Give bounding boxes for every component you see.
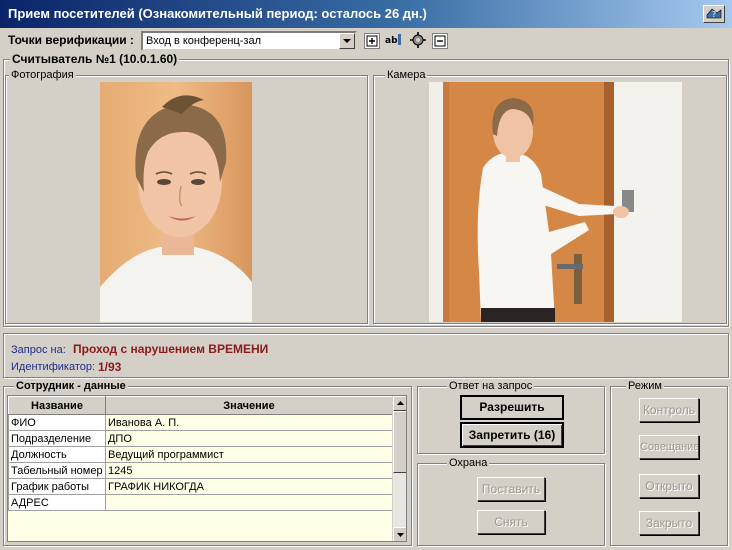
add-icon[interactable]	[364, 33, 380, 49]
row-name: АДРЕС	[8, 494, 106, 511]
row-value: 1245	[104, 462, 394, 479]
open-mode-button[interactable]: Открыто	[639, 474, 699, 498]
row-value: ГРАФИК НИКОГДА	[104, 478, 394, 495]
table-row[interactable]: График работы ГРАФИК НИКОГДА	[8, 478, 394, 495]
row-value	[104, 494, 394, 511]
meeting-mode-button[interactable]: Совещание	[639, 435, 699, 459]
identifier-value: 1/93	[98, 360, 122, 374]
row-name: Подразделение	[8, 430, 106, 447]
settings-icon[interactable]	[409, 31, 427, 49]
col-header-name[interactable]: Название	[8, 396, 106, 415]
table-row[interactable]: Должность Ведущий программист	[8, 446, 394, 463]
table-row[interactable]: АДРЕС	[8, 494, 394, 511]
row-value: Иванова А. П.	[104, 414, 394, 431]
scroll-thumb[interactable]	[393, 411, 406, 473]
table-row[interactable]: Табельный номер 1245	[8, 462, 394, 479]
table-row[interactable]: ФИО Иванова А. П.	[8, 414, 394, 431]
help-icon[interactable]: ?	[703, 5, 725, 23]
employee-title: Сотрудник - данные	[14, 380, 128, 392]
deny-button[interactable]: Запретить (16)	[460, 422, 564, 448]
checkpoint-select-value: Вход в конференц-зал	[146, 35, 261, 47]
grid-header-row: Название Значение	[8, 396, 394, 415]
checkpoints-label: Точки верификации :	[8, 33, 134, 47]
allow-button[interactable]: Разрешить	[460, 395, 564, 420]
svg-text:?: ?	[712, 10, 716, 19]
employee-photo	[100, 82, 252, 322]
row-name: Должность	[8, 446, 106, 463]
row-value: ДПО	[104, 430, 394, 447]
window-title-bar: Прием посетителей (Ознакомительный перио…	[0, 0, 732, 28]
response-title: Ответ на запрос	[447, 380, 535, 392]
guard-title: Охрана	[447, 457, 490, 469]
control-mode-button[interactable]: Контроль	[639, 398, 699, 422]
camera-label: Камера	[385, 69, 428, 81]
scroll-down-icon[interactable]	[393, 527, 406, 541]
request-label: Запрос на:	[11, 344, 66, 356]
disarm-button[interactable]: Снять	[477, 510, 545, 534]
reader-title: Считыватель №1 (10.0.1.60)	[10, 52, 180, 66]
row-name: График работы	[8, 478, 106, 495]
employee-grid[interactable]: Название Значение ФИО Иванова А. П. Подра…	[7, 395, 407, 542]
request-value: Проход с нарушением ВРЕМЕНИ	[73, 342, 269, 356]
identifier-label: Идентификатор:	[11, 361, 96, 373]
photo-label: Фотография	[9, 69, 76, 81]
grid-scrollbar[interactable]	[392, 396, 406, 541]
scroll-up-icon[interactable]	[393, 396, 406, 411]
col-header-value[interactable]: Значение	[104, 396, 394, 415]
svg-text:ab: ab	[385, 36, 398, 46]
camera-view	[429, 82, 682, 322]
remove-icon[interactable]	[432, 33, 448, 49]
row-name: ФИО	[8, 414, 106, 431]
mode-title: Режим	[626, 380, 664, 392]
closed-mode-button[interactable]: Закрыто	[639, 511, 699, 535]
rename-icon[interactable]: ab	[384, 32, 406, 48]
row-value: Ведущий программист	[104, 446, 394, 463]
window-title: Прием посетителей (Ознакомительный перио…	[8, 6, 427, 21]
table-row[interactable]: Подразделение ДПО	[8, 430, 394, 447]
chevron-down-icon[interactable]	[339, 33, 355, 49]
checkpoint-select[interactable]: Вход в конференц-зал	[141, 31, 357, 51]
arm-button[interactable]: Поставить	[477, 477, 545, 501]
row-name: Табельный номер	[8, 462, 106, 479]
